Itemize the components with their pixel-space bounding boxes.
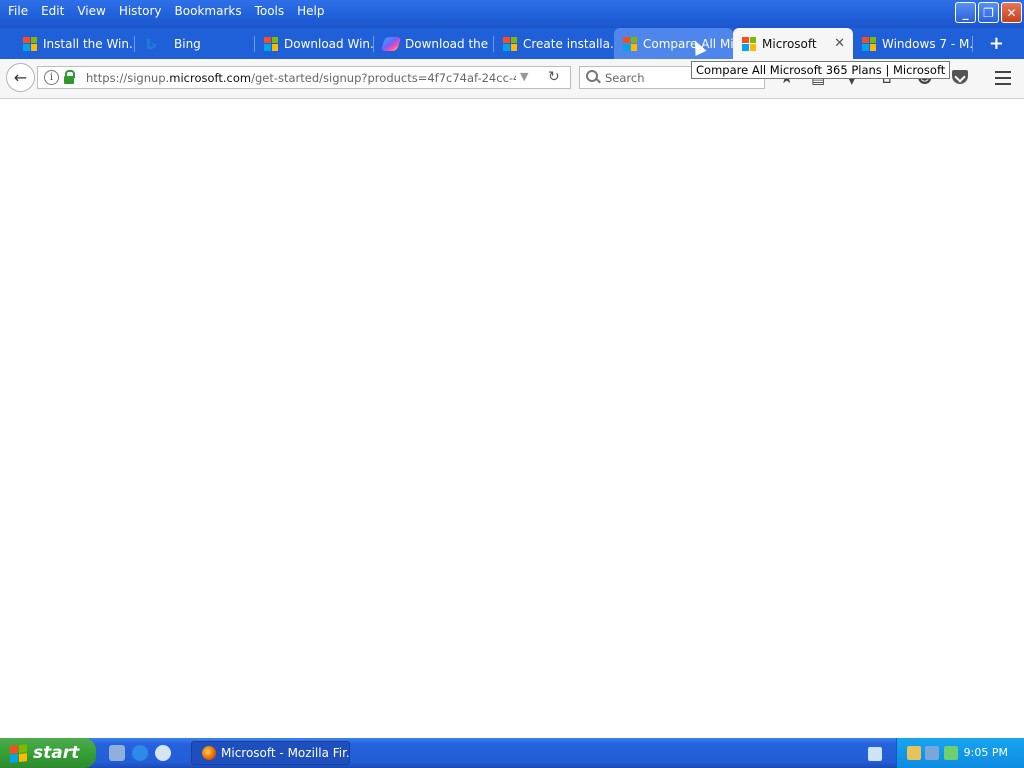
update-icon[interactable] — [944, 746, 958, 760]
start-label: start — [33, 743, 80, 763]
menu-edit[interactable]: Edit — [36, 0, 72, 22]
menu-help[interactable]: Help — [292, 0, 332, 22]
address-bar[interactable]: i https://signup.microsoft.com/get-start… — [37, 66, 571, 89]
media-player-icon[interactable] — [155, 745, 171, 761]
tab-label: Install the Win... — [43, 36, 135, 51]
url-domain: microsoft.com — [169, 71, 252, 85]
security-alert-icon[interactable] — [907, 746, 921, 760]
menu-tools[interactable]: Tools — [250, 0, 293, 22]
close-icon: ✕ — [1006, 5, 1017, 20]
microsoft-logo-icon — [23, 36, 37, 51]
new-tab-button[interactable]: + — [989, 33, 1004, 54]
tab-label: Download Win... — [284, 36, 374, 51]
windows-flag-icon — [10, 743, 27, 763]
microsoft-logo-icon — [503, 36, 517, 51]
close-tab-icon[interactable]: ✕ — [834, 36, 845, 51]
taskbar-firefox-window-button[interactable]: Microsoft - Mozilla Fir... — [191, 741, 350, 765]
hamburger-menu-icon[interactable] — [995, 71, 1011, 89]
network-icon[interactable] — [925, 746, 939, 760]
tab-strip: Install the Win... Bing Download Win... … — [0, 28, 1024, 59]
search-placeholder: Search — [605, 71, 645, 85]
restore-button[interactable]: ❐ — [978, 2, 999, 23]
tab-label: Bing — [174, 36, 201, 51]
firefox-icon — [202, 746, 216, 760]
back-arrow-icon: ← — [13, 68, 28, 87]
internet-explorer-icon[interactable] — [132, 745, 148, 761]
bing-icon — [147, 37, 156, 50]
menu-history[interactable]: History — [114, 0, 170, 22]
tab-tooltip: Compare All Microsoft 365 Plans | Micros… — [691, 61, 951, 79]
minimize-icon: _ — [962, 5, 969, 20]
tab-download-copilot[interactable]: Download the ... — [374, 28, 494, 59]
microsoft-logo-icon — [264, 36, 278, 51]
clock: 9:05 PM — [963, 746, 1008, 759]
taskbar-window-label: Microsoft - Mozilla Fir... — [221, 746, 350, 760]
system-tray: 9:05 PM — [896, 738, 1024, 768]
microsoft-logo-icon — [862, 36, 876, 51]
tab-label: Download the ... — [405, 36, 494, 51]
microsoft-logo-icon — [742, 36, 756, 51]
quick-launch-app-icon[interactable] — [109, 745, 125, 761]
tab-label: Microsoft — [762, 36, 817, 51]
tab-download-windows[interactable]: Download Win... — [255, 28, 374, 59]
menu-view[interactable]: View — [72, 0, 113, 22]
reload-icon[interactable]: ↻ — [548, 69, 560, 85]
tab-microsoft-active[interactable]: Microsoft ✕ — [733, 28, 853, 59]
menu-bookmarks[interactable]: Bookmarks — [170, 0, 250, 22]
url-prefix: https://signup. — [86, 71, 170, 85]
pocket-icon[interactable] — [952, 70, 968, 84]
microsoft-logo-icon — [623, 36, 637, 51]
back-button[interactable]: ← — [6, 63, 35, 92]
tab-install-windows[interactable]: Install the Win... — [14, 28, 135, 59]
tab-label: Windows 7 - M... — [882, 36, 973, 51]
close-window-button[interactable]: ✕ — [1001, 2, 1022, 23]
url-text[interactable]: https://signup.microsoft.com/get-started… — [86, 71, 516, 85]
minimize-button[interactable]: _ — [955, 2, 976, 23]
taskbar: start Microsoft - Mozilla Fir... 9:05 PM — [0, 738, 1024, 768]
tab-bing[interactable]: Bing — [135, 28, 255, 59]
menu-file[interactable]: File — [3, 0, 36, 22]
plus-icon: + — [988, 33, 1004, 54]
keyboard-icon[interactable] — [868, 747, 882, 761]
title-bar: File Edit View History Bookmarks Tools H… — [0, 0, 1024, 28]
dropdown-arrow-icon[interactable]: ▼ — [520, 70, 528, 83]
restore-icon: ❐ — [983, 5, 994, 20]
tab-label: Compare All Mi... — [643, 36, 733, 51]
page-content — [0, 99, 1024, 738]
window-controls: _ ❐ ✕ — [955, 2, 1022, 23]
start-button[interactable]: start — [0, 738, 96, 768]
search-icon — [586, 70, 598, 82]
copilot-icon — [380, 36, 402, 51]
tab-create-installation[interactable]: Create installa... — [494, 28, 614, 59]
menu-bar: File Edit View History Bookmarks Tools H… — [3, 0, 333, 22]
tab-compare-microsoft-365[interactable]: Compare All Mi... — [614, 28, 733, 59]
info-icon[interactable]: i — [44, 70, 59, 85]
tab-windows-7[interactable]: Windows 7 - M... — [853, 28, 973, 59]
url-path: /get-started/signup?products=4f7c74af-24… — [251, 71, 516, 85]
lock-icon — [64, 70, 75, 84]
tab-label: Create installa... — [523, 36, 614, 51]
